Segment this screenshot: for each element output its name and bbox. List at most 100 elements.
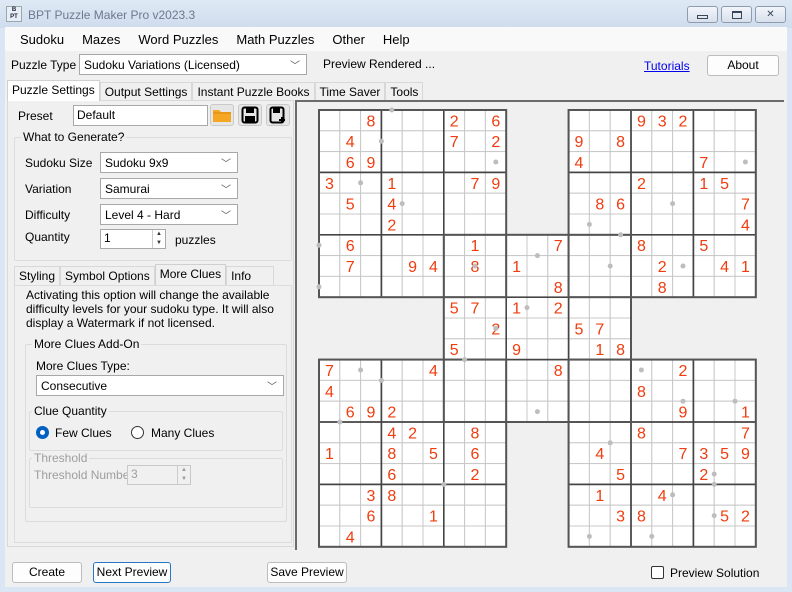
menu-sudoku[interactable]: Sudoku [11, 32, 73, 47]
threshold-spinner[interactable]: ▲ ▼ [177, 466, 190, 484]
grid-cell [568, 255, 590, 277]
grid-cell [692, 504, 715, 527]
preview-solution-label[interactable]: Preview Solution [670, 566, 759, 580]
grid-cell [734, 379, 757, 402]
menu-math-puzzles[interactable]: Math Puzzles [227, 32, 323, 47]
menu-other[interactable]: Other [323, 32, 374, 47]
close-button[interactable]: ✕ [755, 6, 786, 23]
threshold-group: Threshold Threshold Number: 3 ▲ ▼ [29, 451, 283, 508]
tutorials-link[interactable]: Tutorials [644, 59, 690, 73]
many-clues-label[interactable]: Many Clues [151, 426, 214, 440]
open-preset-button[interactable] [210, 104, 234, 126]
grid-cell [339, 275, 362, 298]
grid-cell [692, 379, 715, 402]
grid-cell [609, 296, 632, 319]
grid-cell [360, 130, 382, 153]
spin-down-icon[interactable]: ▼ [178, 475, 190, 484]
sudoku-size-select[interactable]: Sudoku 9x9 ﹀ [100, 152, 238, 173]
tab-output-settings[interactable]: Output Settings [99, 82, 193, 101]
clue-digit: 6 [367, 509, 376, 526]
grid-cell [672, 234, 694, 257]
consecutive-marker [358, 367, 364, 373]
grid-cell [692, 525, 715, 548]
save-preview-button[interactable]: Save Preview [267, 562, 347, 583]
maximize-button[interactable] [721, 6, 752, 23]
grid-cell [526, 359, 549, 381]
clue-digit: 5 [720, 509, 729, 526]
variation-select[interactable]: Samurai ﹀ [100, 178, 238, 199]
consecutive-marker [607, 263, 613, 269]
menu-word-puzzles[interactable]: Word Puzzles [129, 32, 227, 47]
clue-digit: 6 [387, 467, 396, 484]
few-clues-radio[interactable] [36, 426, 49, 439]
sub-tabs: Styling Symbol Options More Clues Info [14, 264, 275, 285]
grid-cell [713, 463, 736, 485]
clue-digit: 4 [387, 197, 396, 214]
save-as-icon [269, 106, 285, 124]
tab-symbol-options[interactable]: Symbol Options [60, 266, 155, 285]
save-preset-button[interactable] [238, 104, 262, 126]
consecutive-marker [649, 533, 655, 539]
grid-cell [713, 192, 736, 215]
grid-cell [380, 151, 403, 173]
grid-cell [401, 400, 424, 423]
grid-cell [734, 109, 757, 132]
spin-up-icon[interactable]: ▲ [178, 466, 190, 475]
chevron-down-icon: ﹀ [267, 382, 277, 393]
grid-cell [630, 130, 653, 153]
save-as-preset-button[interactable] [266, 104, 290, 126]
grid-cell [734, 171, 757, 194]
spin-down-icon[interactable]: ▼ [153, 239, 165, 248]
about-button[interactable]: About [707, 55, 779, 76]
tab-info[interactable]: Info [226, 266, 275, 285]
more-clues-type-select[interactable]: Consecutive ﹀ [36, 375, 284, 396]
tab-styling[interactable]: Styling [14, 266, 61, 285]
many-clues-radio[interactable] [131, 426, 144, 439]
grid-cell [422, 463, 445, 485]
few-clues-label[interactable]: Few Clues [55, 426, 112, 440]
grid-cell [568, 338, 590, 361]
tab-tools[interactable]: Tools [385, 82, 424, 101]
spin-up-icon[interactable]: ▲ [153, 230, 165, 239]
create-button[interactable]: Create [12, 562, 82, 583]
tab-puzzle-settings[interactable]: Puzzle Settings [7, 80, 100, 101]
grid-cell [568, 275, 590, 298]
clue-digit: 1 [387, 176, 396, 193]
next-preview-button[interactable]: Next Preview [93, 562, 171, 583]
threshold-stepper[interactable]: 3 ▲ ▼ [127, 465, 191, 485]
grid-cell [609, 379, 632, 402]
tab-more-clues[interactable]: More Clues [154, 264, 227, 285]
minimize-button[interactable] [687, 6, 718, 23]
consecutive-marker [586, 221, 592, 227]
variation-value: Samurai [105, 182, 150, 196]
grid-cell [401, 442, 424, 465]
grid-cell [401, 504, 424, 527]
menu-mazes[interactable]: Mazes [73, 32, 129, 47]
grid-cell [464, 151, 486, 173]
grid-cell [422, 525, 445, 548]
quantity-stepper[interactable]: 1 ▲ ▼ [100, 229, 166, 249]
sudoku-size-value: Sudoku 9x9 [105, 156, 169, 170]
difficulty-select[interactable]: Level 4 - Hard ﹀ [100, 204, 238, 225]
quantity-spinner[interactable]: ▲ ▼ [152, 230, 165, 248]
clue-digit: 4 [429, 363, 438, 380]
consecutive-marker [742, 159, 748, 165]
clue-digit: 7 [699, 155, 708, 172]
consecutive-marker [472, 263, 478, 269]
difficulty-label: Difficulty [25, 208, 71, 222]
tab-instant-puzzle-books[interactable]: Instant Puzzle Books [192, 82, 315, 101]
grid-cell [588, 359, 611, 381]
preset-input[interactable]: Default [73, 105, 208, 126]
consecutive-marker [316, 284, 322, 290]
menu-help[interactable]: Help [374, 32, 419, 47]
clue-digit: 8 [637, 384, 646, 401]
puzzle-type-select[interactable]: Sudoku Variations (Licensed) ﹀ [79, 54, 307, 75]
preview-solution-checkbox[interactable] [651, 566, 664, 579]
grid-cell [339, 504, 362, 527]
grid-cell [401, 213, 424, 236]
grid-cell [422, 192, 445, 215]
tab-time-saver[interactable]: Time Saver [314, 82, 386, 101]
grid-cell [672, 171, 694, 194]
consecutive-marker [316, 242, 322, 248]
grid-cell [339, 359, 362, 381]
